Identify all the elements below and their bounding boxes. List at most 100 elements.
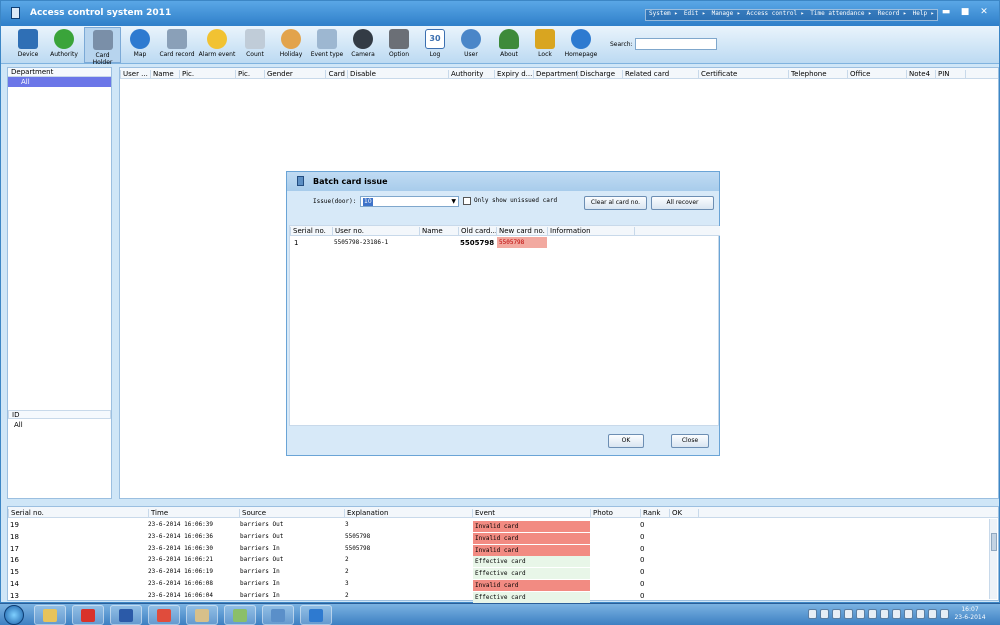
id-item-all[interactable]: All bbox=[14, 421, 23, 429]
column-gender[interactable]: Gender bbox=[264, 70, 325, 79]
minimize-icon[interactable]: ▬ bbox=[941, 7, 951, 17]
all-recover-button[interactable]: All recover bbox=[651, 196, 714, 210]
menu-access-control[interactable]: Access control ▸ bbox=[747, 10, 805, 20]
table-row[interactable]: 17 23-6-2014 16:06:30 barriers In 5505798 0 I… bbox=[8, 543, 988, 556]
column-information[interactable]: Information bbox=[547, 227, 635, 236]
column-user-no[interactable]: User ... bbox=[120, 70, 150, 79]
column-serial-no[interactable]: Serial no. bbox=[290, 227, 332, 236]
tray-network-icon[interactable] bbox=[832, 609, 841, 619]
column-old-card[interactable]: Old card... bbox=[458, 227, 497, 236]
toolbar-user-button[interactable]: User bbox=[458, 27, 484, 63]
table-row[interactable]: 14 23-6-2014 16:06:08 barriers In 3 0 Invalid… bbox=[8, 578, 988, 591]
column-serial-no[interactable]: Serial no. bbox=[8, 509, 148, 518]
tray-bluetooth-icon[interactable] bbox=[904, 609, 913, 619]
close-button[interactable]: Close bbox=[671, 434, 709, 448]
taskbar-app-button[interactable] bbox=[148, 605, 180, 625]
toolbar-camera-button[interactable]: Camera bbox=[349, 27, 377, 63]
tray-language-icon[interactable] bbox=[940, 609, 949, 619]
department-item-all[interactable]: All bbox=[8, 77, 111, 87]
column-card[interactable]: Card bbox=[325, 70, 347, 79]
taskbar-app-button[interactable] bbox=[110, 605, 142, 625]
toolbar-holiday-button[interactable]: Holiday bbox=[277, 27, 305, 63]
column-discharge[interactable]: Discharge bbox=[577, 70, 622, 79]
tray-volume-icon[interactable] bbox=[856, 609, 865, 619]
column-rank[interactable]: Rank bbox=[640, 509, 669, 518]
toolbar-about-button[interactable]: About bbox=[496, 27, 522, 63]
column-office[interactable]: Office bbox=[847, 70, 906, 79]
restore-icon[interactable]: ■ bbox=[960, 7, 970, 17]
column-name[interactable]: Name bbox=[419, 227, 458, 236]
column-time[interactable]: Time bbox=[148, 509, 239, 518]
clock[interactable]: 16:07 23-6-2014 bbox=[950, 606, 990, 622]
toolbar-count-button[interactable]: Count bbox=[241, 27, 269, 63]
column-source[interactable]: Source bbox=[239, 509, 344, 518]
column-name[interactable]: Name bbox=[150, 70, 179, 79]
column-ok[interactable]: OK bbox=[669, 509, 699, 518]
table-row[interactable]: 13 23-6-2014 16:06:04 barriers In 2 0 Effecti… bbox=[8, 590, 988, 603]
tray-check-icon[interactable] bbox=[820, 609, 829, 619]
column-photo[interactable]: Photo bbox=[590, 509, 640, 518]
column-disable[interactable]: Disable bbox=[347, 70, 448, 79]
column-related-card[interactable]: Related card bbox=[622, 70, 698, 79]
vertical-scrollbar[interactable] bbox=[989, 519, 997, 599]
column-pic-2[interactable]: Pic. bbox=[235, 70, 264, 79]
tray-keyboard-icon[interactable] bbox=[928, 609, 937, 619]
search-input[interactable] bbox=[635, 38, 717, 50]
column-new-card-no[interactable]: New card no. bbox=[496, 227, 547, 236]
tray-update-icon[interactable] bbox=[880, 609, 889, 619]
tray-display-icon[interactable] bbox=[892, 609, 901, 619]
clear-card-no-button[interactable]: Clear al card no. bbox=[584, 196, 647, 210]
taskbar-app-button[interactable] bbox=[34, 605, 66, 625]
column-explanation[interactable]: Explanation bbox=[344, 509, 472, 518]
column-department[interactable]: Department bbox=[533, 70, 578, 79]
table-row[interactable]: 18 23-6-2014 16:06:36 barriers Out 5505798 0… bbox=[8, 531, 988, 544]
menu-record[interactable]: Record ▸ bbox=[878, 10, 907, 20]
menu-manage[interactable]: Manage ▸ bbox=[712, 10, 741, 20]
taskbar-app-button[interactable] bbox=[262, 605, 294, 625]
menu-system[interactable]: System ▸ bbox=[649, 10, 678, 20]
cell-new-card[interactable]: 5505798 bbox=[497, 237, 547, 248]
tray-power-icon[interactable] bbox=[868, 609, 877, 619]
toolbar-option-button[interactable]: Option bbox=[385, 27, 413, 63]
column-note4[interactable]: Note4 bbox=[906, 70, 935, 79]
issue-door-select[interactable]: 10 ▼ bbox=[360, 196, 459, 207]
menu-help[interactable]: Help ▸ bbox=[913, 10, 935, 20]
column-expiry-date[interactable]: Expiry d... bbox=[494, 70, 533, 79]
table-row[interactable]: 19 23-6-2014 16:06:39 barriers Out 3 0 Invali… bbox=[8, 519, 988, 532]
calendar-icon: 30 bbox=[425, 29, 445, 49]
column-event[interactable]: Event bbox=[472, 509, 590, 518]
menu-edit[interactable]: Edit ▸ bbox=[684, 10, 706, 20]
close-icon[interactable]: ✕ bbox=[979, 7, 989, 17]
toolbar-device-button[interactable]: Device bbox=[11, 27, 45, 63]
toolbar-card-holder-button[interactable]: Card Holder bbox=[84, 27, 121, 66]
toolbar-lock-button[interactable]: Lock bbox=[532, 27, 558, 63]
toolbar-event-type-button[interactable]: Event type bbox=[310, 27, 344, 63]
taskbar-app-button[interactable] bbox=[186, 605, 218, 625]
column-telephone[interactable]: Telephone bbox=[788, 70, 847, 79]
column-certificate[interactable]: Certificate bbox=[698, 70, 788, 79]
table-row[interactable]: 1 5505798-23186-1 5505798 5505798 bbox=[290, 237, 720, 248]
toolbar-alarm-event-button[interactable]: Alarm event bbox=[198, 27, 236, 63]
toolbar-map-button[interactable]: Map bbox=[125, 27, 155, 63]
column-pin[interactable]: PIN bbox=[935, 70, 966, 79]
scrollbar-thumb[interactable] bbox=[991, 533, 997, 551]
toolbar-log-button[interactable]: 30 Log bbox=[422, 27, 448, 63]
tray-shield-icon[interactable] bbox=[844, 609, 853, 619]
taskbar-app-button[interactable] bbox=[72, 605, 104, 625]
ok-button[interactable]: OK bbox=[608, 434, 644, 448]
column-pic[interactable]: Pic. bbox=[179, 70, 235, 79]
start-button[interactable] bbox=[4, 605, 24, 625]
taskbar-app-button[interactable] bbox=[224, 605, 256, 625]
column-authority[interactable]: Authority bbox=[448, 70, 494, 79]
toolbar-card-record-button[interactable]: Card record bbox=[159, 27, 195, 63]
taskbar-app-button[interactable] bbox=[300, 605, 332, 625]
tray-flag-icon[interactable] bbox=[808, 609, 817, 619]
toolbar-authority-button[interactable]: Authority bbox=[47, 27, 81, 63]
tray-arrow-icon[interactable] bbox=[916, 609, 925, 619]
column-user-no[interactable]: User no. bbox=[332, 227, 419, 236]
table-row[interactable]: 15 23-6-2014 16:06:19 barriers In 2 0 Effecti… bbox=[8, 566, 988, 580]
table-row[interactable]: 16 23-6-2014 16:06:21 barriers Out 2 0 Effect… bbox=[8, 554, 988, 568]
unissued-checkbox[interactable] bbox=[463, 197, 471, 205]
toolbar-homepage-button[interactable]: Homepage bbox=[564, 27, 598, 63]
menu-time-attendance[interactable]: Time attendance ▸ bbox=[810, 10, 871, 20]
